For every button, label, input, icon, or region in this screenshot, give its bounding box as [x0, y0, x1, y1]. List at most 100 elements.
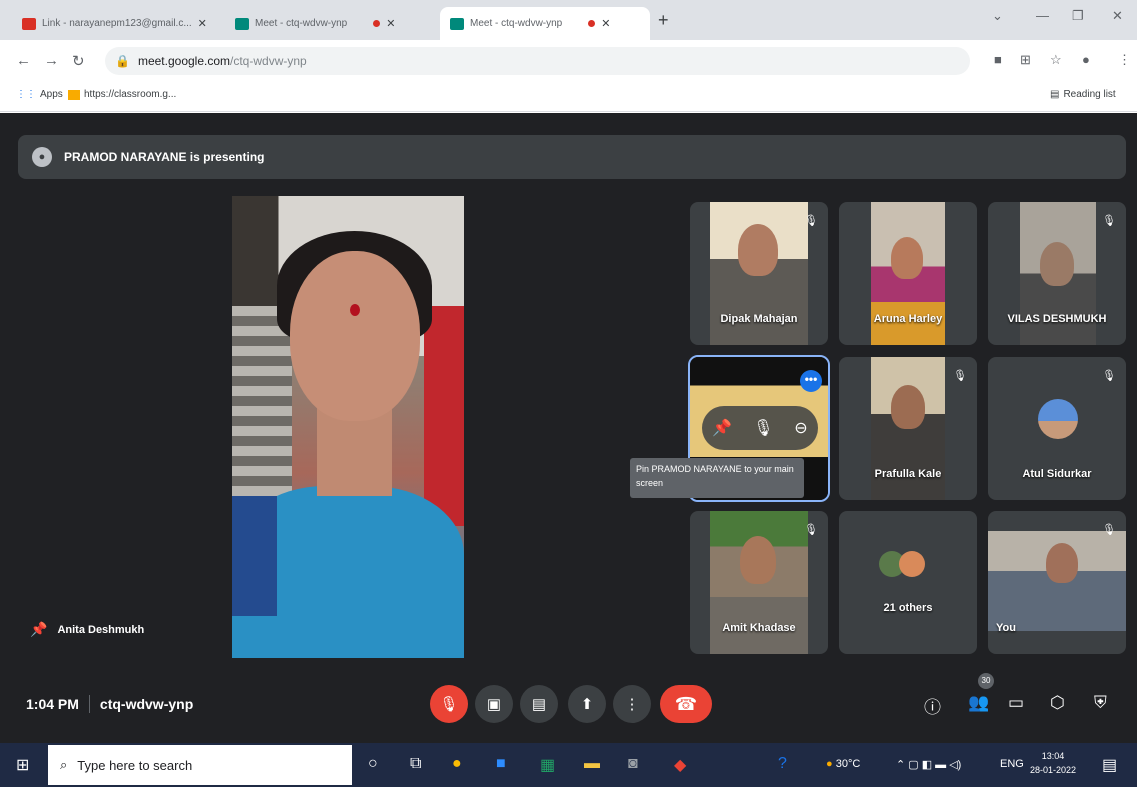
meeting-info: 1:04 PM ctq-wdvw-ynp	[26, 695, 193, 713]
apps-grid-icon: ⋮⋮	[16, 89, 36, 100]
gmail-icon	[22, 17, 36, 30]
participant-tile[interactable]: Aruna Harley	[839, 202, 977, 345]
others-avatars	[879, 551, 925, 577]
pin-icon[interactable]: 📌	[712, 418, 732, 438]
app-icon[interactable]: ◆	[674, 755, 686, 775]
tray-icons[interactable]: ⌃ ▢ ◧ ▬ ◁)	[896, 758, 961, 771]
language[interactable]: ENG	[1000, 758, 1024, 770]
cortana-icon[interactable]: ○	[368, 755, 378, 773]
install-icon[interactable]: ⊞	[1020, 52, 1031, 68]
participant-face	[891, 237, 923, 279]
new-tab-icon[interactable]: +	[658, 10, 669, 31]
tab-strip: Link - narayanepm123@gmail.c... ✕ Meet -…	[0, 0, 1137, 40]
participant-tile[interactable]: 🎙 Prafulla Kale	[839, 357, 977, 500]
tab-title: Link - narayanepm123@gmail.c...	[42, 18, 192, 29]
forward-icon[interactable]: →	[44, 52, 59, 69]
blouse	[232, 496, 277, 616]
classroom-icon	[68, 89, 80, 100]
clock[interactable]: 13:04 28-01-2022	[1030, 749, 1076, 777]
remove-icon[interactable]: ⊖	[794, 418, 807, 438]
menu-icon[interactable]: ⋮	[1118, 52, 1131, 68]
more-options-button[interactable]: ⋮	[613, 685, 651, 723]
bookmark-classroom[interactable]: https://classroom.g...	[68, 89, 176, 100]
tooltip: Pin PRAMOD NARAYANE to your main screen	[630, 458, 804, 498]
address-bar[interactable]: 🔒 meet.google.com/ctq-wdvw-ynp	[105, 47, 970, 75]
captions-button[interactable]: ▤	[520, 685, 558, 723]
reading-list[interactable]: ▤ Reading list	[1050, 89, 1116, 100]
profile-avatar-icon[interactable]: ●	[1082, 52, 1090, 67]
avatar	[899, 551, 925, 577]
tab-meet-2[interactable]: Meet - ctq-wdvw-ynp ✕	[440, 7, 650, 40]
minimize-icon[interactable]: —	[1036, 8, 1049, 23]
notifications-icon[interactable]: ▤	[1102, 755, 1117, 775]
url-host: meet.google.com	[137, 54, 231, 68]
search-icon: ⌕	[60, 757, 68, 772]
participant-face	[1046, 543, 1078, 583]
camera-indicator-icon[interactable]: ■	[994, 52, 1002, 67]
lock-icon: 🔒	[115, 54, 130, 68]
others-tile[interactable]: 21 others	[839, 511, 977, 654]
tab-gmail[interactable]: Link - narayanepm123@gmail.c... ✕	[12, 7, 220, 40]
weather-icon: ●	[826, 758, 833, 770]
bookmark-star-icon[interactable]: ☆	[1050, 52, 1062, 68]
reload-icon[interactable]: ↻	[72, 52, 85, 70]
tab-meet-1[interactable]: Meet - ctq-wdvw-ynp ✕	[225, 7, 435, 40]
meeting-details-icon[interactable]: ⓘ	[924, 693, 941, 718]
presenter-avatar: ●	[32, 147, 52, 167]
taskbar-search[interactable]: ⌕ Type here to search	[48, 745, 352, 785]
present-button[interactable]: ⬆	[568, 685, 606, 723]
participant-tile[interactable]: 🎙 VILAS DESHMUKH	[988, 202, 1126, 345]
camera-toggle-button[interactable]: ▣	[475, 685, 513, 723]
presenting-banner[interactable]: ● PRAMOD NARAYANE is presenting	[18, 135, 1126, 179]
red-wall	[424, 306, 464, 526]
people-icon[interactable]: 👥	[968, 693, 989, 713]
help-icon[interactable]: ?	[778, 755, 787, 773]
tab-search-icon[interactable]: ⌄	[992, 8, 1003, 24]
main-video[interactable]	[232, 196, 464, 658]
mic-icon[interactable]: 🎙	[753, 418, 773, 438]
participant-tile[interactable]: 🎙 Amit Khadase	[690, 511, 828, 654]
close-tab-icon[interactable]: ✕	[386, 17, 395, 30]
bookmarks-bar: ⋮⋮ Apps https://classroom.g... ▤ Reading…	[0, 82, 1137, 112]
participant-name: VILAS DESHMUKH	[1007, 313, 1107, 325]
participant-tile[interactable]: 🎙 Atul Sidurkar	[988, 357, 1126, 500]
leave-call-button[interactable]: ☎	[660, 685, 712, 723]
task-view-icon[interactable]: ⧉	[410, 755, 421, 773]
zoom-icon[interactable]: ■	[496, 755, 506, 773]
windows-start-icon[interactable]: ⊞	[16, 755, 29, 775]
back-icon[interactable]: ←	[16, 52, 31, 69]
chat-icon[interactable]: ▭	[1008, 693, 1024, 713]
participant-name: Aruna Harley	[873, 313, 943, 325]
participant-name: Prafulla Kale	[874, 468, 942, 480]
participant-name: Amit Khadase	[722, 622, 796, 634]
restore-icon[interactable]: ❐	[1072, 8, 1084, 24]
mic-toggle-button[interactable]: 🎙	[430, 685, 468, 723]
more-options-icon[interactable]: •••	[800, 370, 822, 392]
close-tab-icon[interactable]: ✕	[601, 17, 610, 30]
weather[interactable]: ● 30°C	[826, 758, 860, 770]
participant-name: You	[996, 622, 1016, 634]
participant-avatar	[1038, 399, 1078, 439]
self-tile[interactable]: 🎙 You	[988, 511, 1126, 654]
divider	[88, 695, 90, 713]
camera-app-icon[interactable]: ◙	[628, 755, 638, 773]
recording-dot-icon	[588, 20, 596, 27]
activities-icon[interactable]: ⬡	[1050, 693, 1065, 713]
chrome-icon[interactable]: ●	[452, 755, 462, 773]
close-window-icon[interactable]: ✕	[1112, 8, 1123, 24]
participant-count-badge: 30	[978, 673, 994, 689]
mic-off-icon: 🎙	[1102, 524, 1116, 536]
file-explorer-icon[interactable]: ▬	[584, 755, 600, 773]
meet-area: ● PRAMOD NARAYANE is presenting 📌 Anita …	[0, 113, 1137, 743]
host-controls-icon[interactable]: ⛨	[1094, 693, 1107, 713]
close-tab-icon[interactable]: ✕	[198, 17, 207, 30]
meet-icon	[450, 17, 464, 30]
participant-name: Atul Sidurkar	[1022, 468, 1092, 480]
mic-off-icon: 🎙	[1102, 215, 1116, 227]
participant-face	[1040, 242, 1074, 286]
participant-face	[891, 385, 925, 429]
bookmark-apps[interactable]: ⋮⋮ Apps	[16, 89, 63, 100]
meet-icon	[235, 17, 249, 30]
participant-tile[interactable]: 🎙 Dipak Mahajan	[690, 202, 828, 345]
excel-icon[interactable]: ▦	[540, 755, 555, 775]
